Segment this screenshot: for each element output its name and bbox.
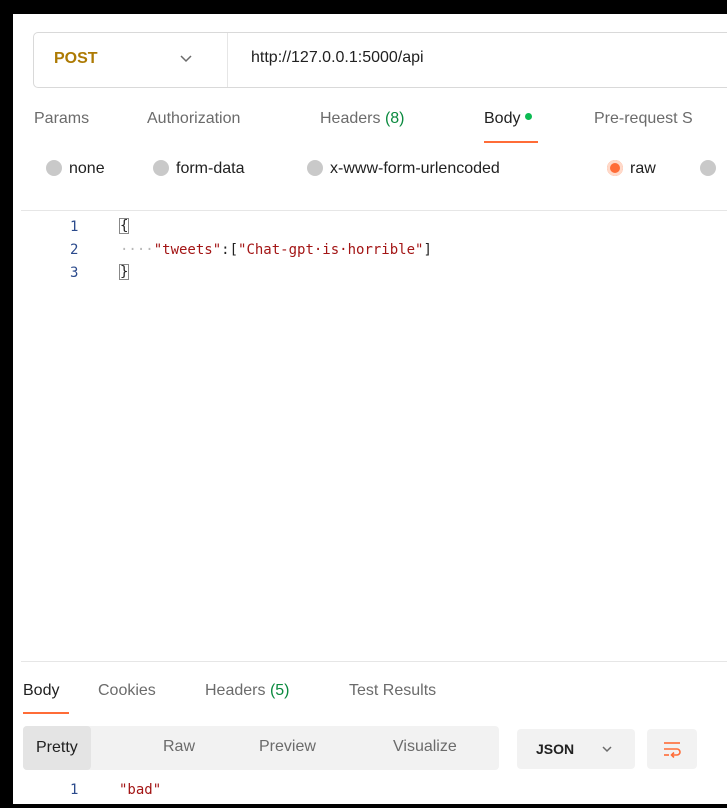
format-select[interactable]: JSON xyxy=(517,729,635,769)
json-punctuation: :[ xyxy=(221,242,239,258)
url-input[interactable]: http://127.0.0.1:5000/api xyxy=(251,49,424,67)
request-url-bar: POST http://127.0.0.1:5000/api xyxy=(33,32,727,88)
response-tab-headers[interactable]: Headers (5) xyxy=(205,682,290,700)
view-visualize-button[interactable]: Visualize xyxy=(393,738,457,756)
response-view-bar: Pretty Raw Preview Visualize JSON xyxy=(13,726,727,770)
radio-x-www-form-urlencoded[interactable]: x-www-form-urlencoded xyxy=(307,159,500,178)
response-tab-cookies[interactable]: Cookies xyxy=(98,682,156,700)
body-type-radios: none form-data x-www-form-urlencoded raw xyxy=(13,159,727,190)
active-response-tab-indicator xyxy=(23,712,69,714)
radio-form-data[interactable]: form-data xyxy=(153,159,244,178)
response-body[interactable]: 1 "bad" xyxy=(13,778,727,802)
tab-params[interactable]: Params xyxy=(34,110,89,128)
radio-raw[interactable]: raw xyxy=(607,159,656,178)
code-line-2: ····"tweets":["Chat-gpt·is·horrible"] xyxy=(120,242,432,258)
radio-icon xyxy=(46,159,62,176)
request-tabs: Params Authorization Headers (8) Body Pr… xyxy=(13,110,727,150)
body-modified-dot xyxy=(525,113,533,121)
chevron-down-icon xyxy=(180,55,192,63)
active-tab-indicator xyxy=(484,141,538,143)
radio-icon xyxy=(307,159,323,176)
json-key: "tweets" xyxy=(153,242,222,258)
radio-icon xyxy=(700,159,716,176)
chevron-down-icon xyxy=(602,746,612,753)
view-mode-group: Pretty Raw Preview Visualize xyxy=(23,726,499,770)
line-number: 2 xyxy=(70,242,79,258)
method-select[interactable]: POST xyxy=(34,33,228,87)
response-divider xyxy=(21,661,727,662)
response-tabs: Body Cookies Headers (5) Test Results xyxy=(13,682,727,712)
radio-none[interactable]: none xyxy=(46,159,105,178)
tab-body[interactable]: Body xyxy=(484,110,533,128)
view-pretty-button[interactable]: Pretty xyxy=(23,726,91,770)
json-close-bracket: ] xyxy=(423,242,432,258)
tab-authorization[interactable]: Authorization xyxy=(147,110,240,128)
radio-binary[interactable] xyxy=(700,159,723,178)
radio-selected-icon xyxy=(607,159,623,176)
response-tab-body[interactable]: Body xyxy=(23,682,59,700)
open-brace: { xyxy=(118,218,130,234)
radio-icon xyxy=(153,159,169,176)
code-line-1: { xyxy=(118,218,130,234)
json-value: "Chat-gpt·is·horrible" xyxy=(238,242,424,258)
indent-whitespace: ···· xyxy=(120,242,154,258)
code-line-3: } xyxy=(118,264,130,280)
tab-pre-request-script[interactable]: Pre-request S xyxy=(594,110,693,128)
line-number: 1 xyxy=(70,782,79,798)
tab-headers[interactable]: Headers (8) xyxy=(320,110,405,128)
wrap-lines-button[interactable] xyxy=(647,729,697,769)
wrap-lines-icon xyxy=(664,742,681,758)
response-value: "bad" xyxy=(119,782,162,798)
view-raw-button[interactable]: Raw xyxy=(163,738,195,756)
method-label: POST xyxy=(54,50,98,67)
line-number: 3 xyxy=(70,265,79,281)
response-tab-test-results[interactable]: Test Results xyxy=(349,682,436,700)
line-number: 1 xyxy=(70,219,79,235)
view-preview-button[interactable]: Preview xyxy=(259,738,316,756)
format-label: JSON xyxy=(536,741,575,757)
postman-window: POST http://127.0.0.1:5000/api Params Au… xyxy=(13,14,727,804)
body-editor[interactable]: 1 2 3 { ····"tweets":["Chat-gpt·is·horri… xyxy=(21,211,727,661)
close-brace: } xyxy=(118,264,130,280)
